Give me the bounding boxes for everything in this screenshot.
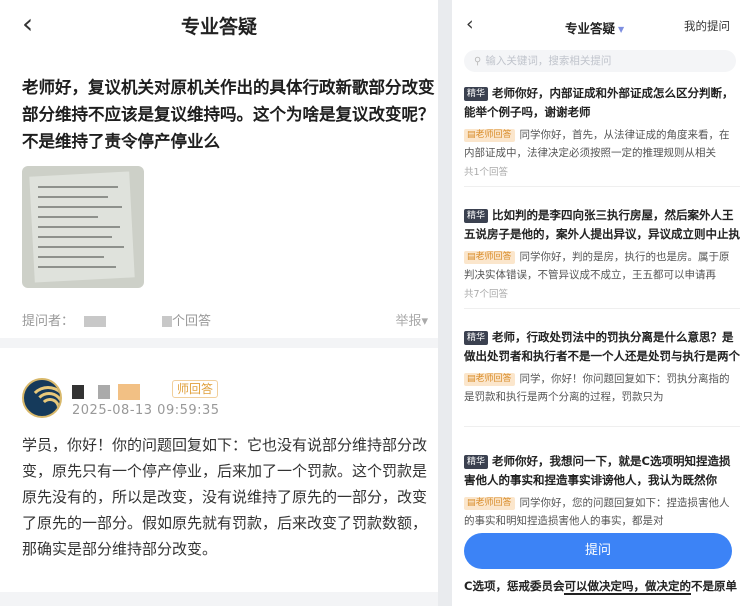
list-item-question: 精华 比如判的是李四向张三执行房屋，然后案外人王五说房子是他的，案外人提出异议，异… [464,208,740,241]
featured-tag: 精华 [464,331,489,345]
question-image-thumbnail[interactable] [22,166,144,288]
teacher-answer-tag: ▤老师回答 [464,129,515,142]
question-text: 老师好，复议机关对原机关作出的具体行政新歌部分改变部分维持不应该是复议维持吗。这… [22,78,435,151]
answer-count: 共7个回答 [464,289,509,300]
question-meta: 提问者： 个回答 举报▾ [22,310,430,329]
list-item-question: 精华 老师你好，内部证成和外部证成怎么区分判断，能举个例子吗，谢谢老师 [464,86,734,119]
bottom-divider [0,592,438,606]
answer-text: 学员，你好！你的问题回复如下：它也没有说部分维持部分改变，原先只有一个停产停业，… [22,436,428,558]
featured-tag: 精华 [464,209,489,223]
list-item[interactable]: 精华 老师，行政处罚法中的罚执分离是什么意思？是做出处罚者和执行者不是一个人还是处… [464,328,740,427]
list-item-answer: ▤老师回答 同学，你好！你问题回复如下：罚执分离指的是罚款和执行是两个分离的过程，… [464,373,730,403]
answer-count-redacted [162,316,173,327]
page-title: 专业答疑 [180,16,257,38]
teacher-avatar[interactable] [22,378,62,418]
answerer-name-redacted [72,381,140,400]
answer-count-label: 个回答 [172,314,212,329]
list-item-answer: ▤老师回答 同学你好，首先，从法律证成的角度来看，在内部证成中，法律决定必须按照一… [464,129,730,159]
category-dropdown[interactable]: 专业答疑 ▼ [565,18,624,37]
top-bar: ‹ 专业答疑 [0,0,438,52]
list-item-question: 精华 老师你好，我想问一下，就是C选项明知捏造损害他人的事实和捏造事实诽谤他人，我… [464,454,731,487]
search-input[interactable]: ⚲ 输入关键词，搜索相关提问 [464,50,736,72]
question-list-panel: ‹ 专业答疑 ▼ 我的提问 ⚲ 输入关键词，搜索相关提问 精华 老师你好，内部证成和外… [452,0,744,606]
asker-label: 提问者： [22,314,75,329]
list-item-answer: ▤老师回答 同学你好，您的问题回复如下：捏造损害他人的事实和明知捏造损害他人的事实… [464,497,730,527]
teacher-answer-tag: ▤老师回答 [464,497,515,510]
list-item[interactable]: 精华 比如判的是李四向张三执行房屋，然后案外人王五说房子是他的，案外人提出异议，异… [464,206,740,309]
my-questions-link[interactable]: 我的提问 [684,18,730,34]
report-button[interactable]: 举报▾ [395,310,428,329]
list-item[interactable]: 精华 老师你好，内部证成和外部证成怎么区分判断，能举个例子吗，谢谢老师 ▤老师回答… [464,84,740,187]
back-arrow-icon[interactable]: ‹ [466,12,474,36]
search-icon: ⚲ [474,56,482,67]
answer-timestamp: 2025-08-13 09:59:35 [72,403,220,418]
featured-tag: 精华 [464,87,489,101]
caret-down-icon: ▼ [618,25,625,34]
teacher-answer-tag: ▤老师回答 [464,373,515,386]
ask-question-button[interactable]: 提问 [464,533,732,569]
list-item[interactable]: 精华 老师你好，我想问一下，就是C选项明知捏造损害他人的事实和捏造事实诽谤他人，我… [464,452,740,530]
list-item-answer: ▤老师回答 同学你好，判的是房，执行的也是房。属于原判决实体错误，不管异议成不成立… [464,251,730,281]
list-item-question: 精华 老师，行政处罚法中的罚执分离是什么意思？是做出处罚者和执行者不是一个人还是处… [464,330,740,363]
teacher-answer-badge: 师回答 [172,380,219,398]
answer-count: 共1个回答 [464,167,509,178]
section-divider [0,338,438,348]
question-detail-panel: ‹ 专业答疑 老师好，复议机关对原机关作出的具体行政新歌部分改变部分维持不应该是… [0,0,438,606]
featured-tag: 精华 [464,455,489,469]
asker-name-redacted [84,316,107,327]
teacher-answer-tag: ▤老师回答 [464,251,515,264]
top-bar: ‹ 专业答疑 ▼ 我的提问 [452,0,744,52]
list-item-partial[interactable]: C选项，惩戒委员会可以做决定吗，做决定的不是原单 [464,578,740,595]
